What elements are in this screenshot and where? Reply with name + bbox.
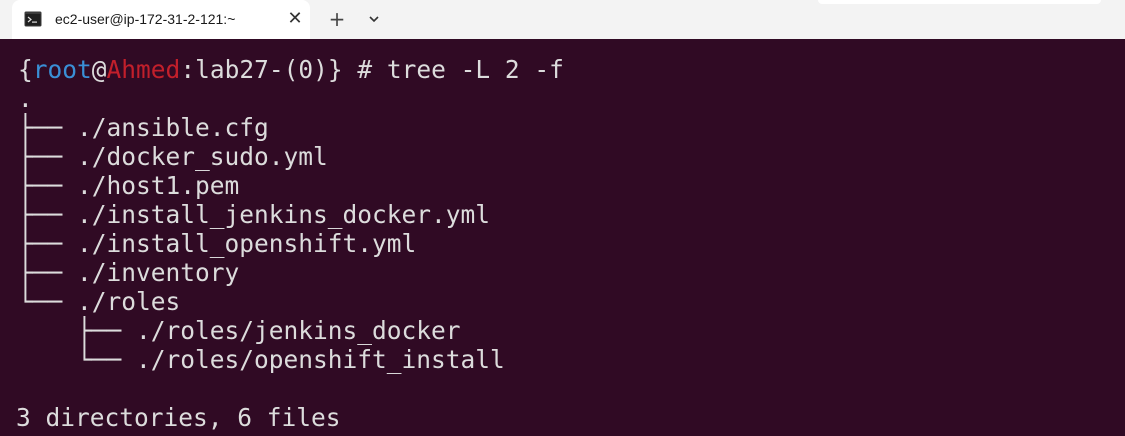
- output-line: └── ./roles: [18, 287, 181, 316]
- summary-line: 3 directories, 6 files: [16, 403, 341, 432]
- prompt-at: @: [91, 55, 107, 84]
- output-line: ├── ./ansible.cfg: [18, 113, 269, 142]
- output-line: ├── ./roles/jenkins_docker: [18, 316, 461, 345]
- prompt-open-brace: {: [18, 55, 33, 84]
- prompt-line: {root@Ahmed:lab27-(0)} # tree -L 2 -f: [18, 55, 564, 84]
- command-text: tree -L 2 -f: [386, 55, 564, 84]
- title-strip: [818, 0, 1101, 4]
- output-line: ├── ./install_jenkins_docker.yml: [18, 200, 491, 229]
- prompt-host: Ahmed: [106, 55, 181, 84]
- chevron-down-icon[interactable]: [362, 8, 386, 30]
- terminal-icon: [24, 11, 42, 27]
- output-line: ├── ./install_openshift.yml: [18, 229, 417, 258]
- output-line: .: [18, 84, 33, 113]
- prompt-path: :lab27-(0)} #: [180, 55, 387, 84]
- new-tab-button[interactable]: +: [324, 7, 350, 31]
- output-line: ├── ./host1.pem: [18, 171, 240, 200]
- output-line: ├── ./docker_sudo.yml: [18, 142, 328, 171]
- output-line: └── ./roles/openshift_install: [18, 345, 505, 374]
- tab-title: ec2-user@ip-172-31-2-121:~: [55, 11, 236, 27]
- close-icon[interactable]: ✕: [282, 7, 308, 31]
- output-line: ├── ./inventory: [18, 258, 240, 287]
- terminal-window: ec2-user@ip-172-31-2-121:~ ✕ + {root@Ahm…: [0, 0, 1125, 436]
- prompt-user: root: [32, 55, 92, 84]
- terminal-tab[interactable]: ec2-user@ip-172-31-2-121:~ ✕: [12, 0, 310, 39]
- terminal-output[interactable]: {root@Ahmed:lab27-(0)} # tree -L 2 -f . …: [0, 39, 1125, 436]
- tab-bar: ec2-user@ip-172-31-2-121:~ ✕ +: [0, 0, 1125, 39]
